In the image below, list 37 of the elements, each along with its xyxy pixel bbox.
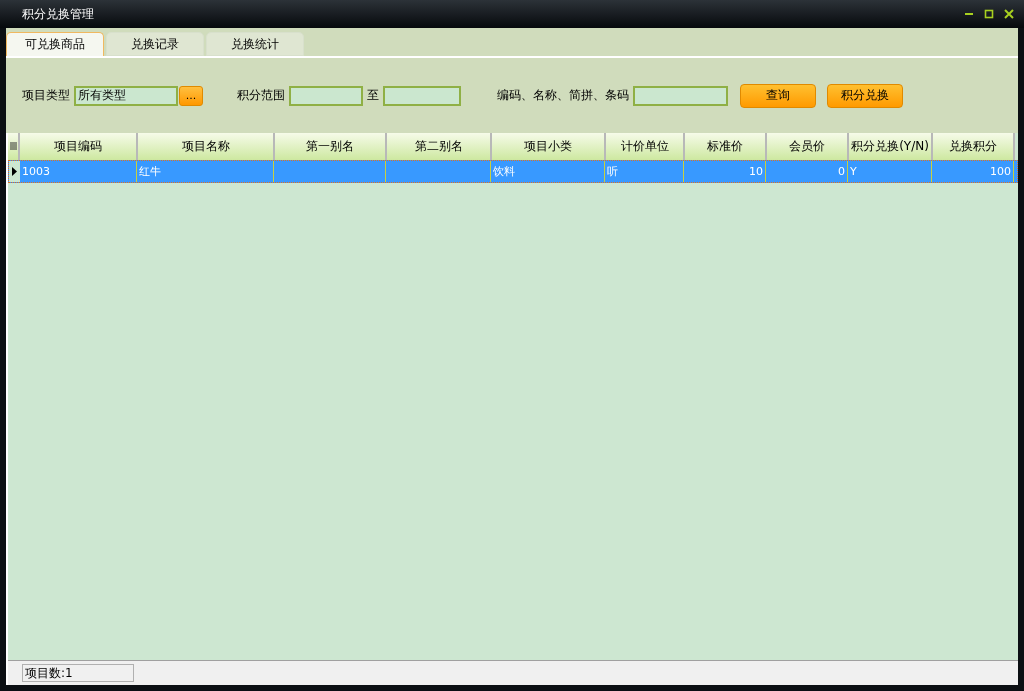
table-cell: Y [848, 161, 932, 182]
column-header[interactable]: 项目小类 [492, 133, 606, 160]
field-label: 项目类型 [22, 87, 70, 104]
window-title: 积分兑换管理 [22, 5, 95, 23]
field-label: 编码、名称、简拼、条码 [497, 87, 629, 104]
table-cell: 听 [605, 161, 684, 182]
field-label: 积分范围 [237, 87, 285, 104]
column-header[interactable]: 标准价 [685, 133, 767, 160]
range-max-field[interactable] [383, 85, 461, 106]
item-count: 项目数:1 [22, 664, 134, 682]
range-separator: 至 [367, 87, 379, 104]
search-field[interactable] [633, 85, 728, 106]
column-header[interactable]: 积分兑换(Y/N) [849, 133, 933, 160]
table-cell: 10 [684, 161, 766, 182]
table-cell: 饮料 [491, 161, 605, 182]
table-cell: 0 [766, 161, 848, 182]
column-header[interactable]: 第一别名 [275, 133, 387, 160]
query-button[interactable]: 查询 [740, 83, 816, 108]
column-header[interactable]: 计价单位 [606, 133, 685, 160]
browse-button[interactable]: ... [179, 85, 203, 106]
column-header[interactable]: 兑换积分 [933, 133, 1015, 160]
maximize-icon[interactable] [984, 9, 994, 19]
range-min-field[interactable] [289, 85, 363, 106]
table-cell: 100 [932, 161, 1014, 182]
table-cell: 红牛 [137, 161, 274, 182]
redeem-button[interactable]: 积分兑换 [827, 83, 903, 108]
close-icon[interactable] [1004, 9, 1014, 19]
column-header[interactable]: 项目名称 [138, 133, 275, 160]
column-header[interactable]: 项目编码 [20, 133, 138, 160]
tab[interactable]: 兑换统计 [206, 32, 304, 56]
tab[interactable]: 兑换记录 [106, 32, 204, 56]
table-cell: 1003 [20, 161, 137, 182]
type-field[interactable]: 所有类型 [74, 85, 178, 106]
tab[interactable]: 可兑换商品 [6, 32, 104, 56]
column-header[interactable]: 第二别名 [387, 133, 492, 160]
current-row-icon [12, 167, 17, 176]
column-header[interactable]: 会员价 [767, 133, 849, 160]
